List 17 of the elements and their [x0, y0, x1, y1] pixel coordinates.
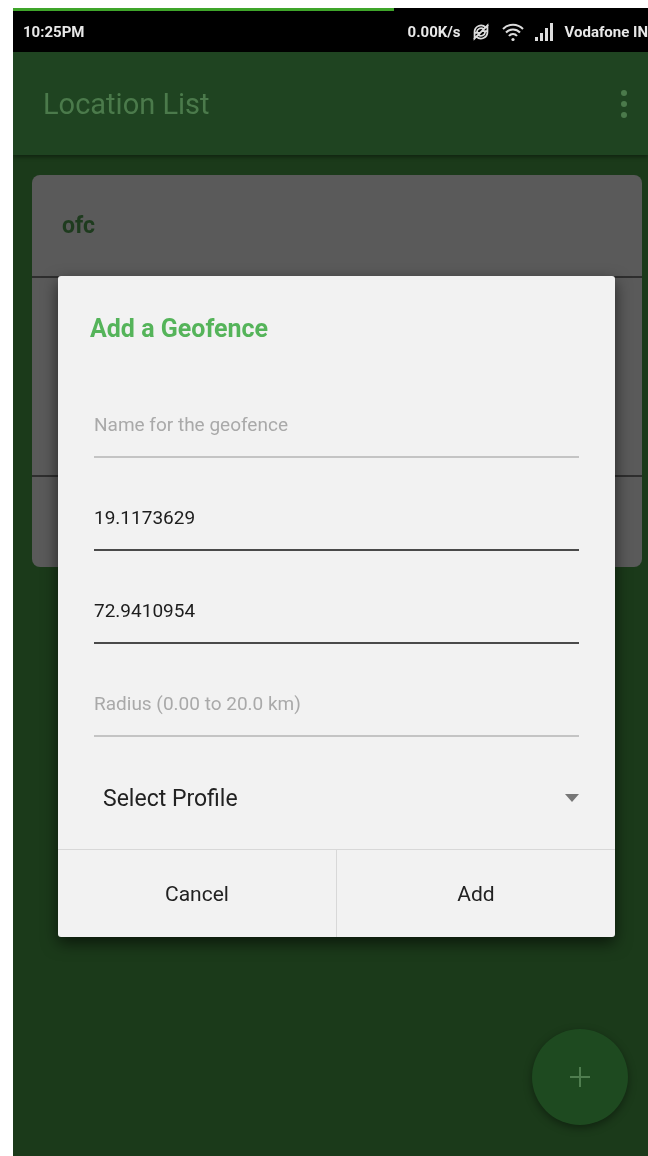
dialog-button[interactable]: Cancel [58, 850, 336, 937]
profile-dropdown[interactable]: Select Profile [103, 767, 579, 847]
network-speed: 0.00K/s [407, 22, 461, 41]
location-name: ofc [62, 212, 95, 239]
signal-icon [533, 22, 556, 41]
wifi-icon [500, 21, 525, 42]
dialog-title: Add a Geofence [90, 314, 270, 343]
status-time: 10:25PM [23, 22, 85, 41]
input-field[interactable]: Name for the geofence [94, 365, 579, 458]
input-field[interactable]: 19.1173629 [94, 458, 579, 551]
dialog-button[interactable]: Add [336, 850, 615, 937]
menu-icon[interactable] [620, 88, 628, 119]
carrier-name: Vodafone IN [564, 22, 648, 41]
input-field[interactable]: 72.9410954 [94, 551, 579, 644]
plus-icon [569, 1066, 591, 1088]
input-field[interactable]: Radius (0.00 to 20.0 km) [94, 644, 579, 737]
caret-icon [565, 794, 579, 802]
